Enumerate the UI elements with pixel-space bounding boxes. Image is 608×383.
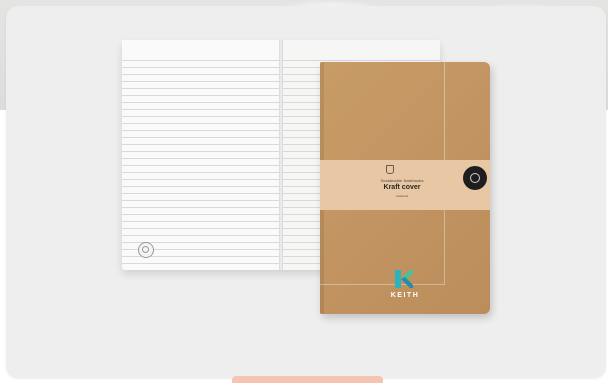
band-subline: notebook (395, 194, 409, 198)
band-brand-line: Sustainable Notebooks (380, 178, 424, 183)
keith-logo-icon (395, 270, 413, 288)
notebook-binding (279, 40, 283, 270)
overlay-guide-horizontal (320, 284, 445, 285)
leaf-icon (386, 165, 394, 174)
band-title: Kraft cover (383, 184, 421, 191)
seal-icon (463, 166, 487, 190)
logo-text: KEITH (390, 292, 420, 299)
recycle-icon (138, 242, 154, 258)
scroll-handle[interactable] (232, 376, 383, 383)
notebook-left-page (122, 40, 280, 270)
